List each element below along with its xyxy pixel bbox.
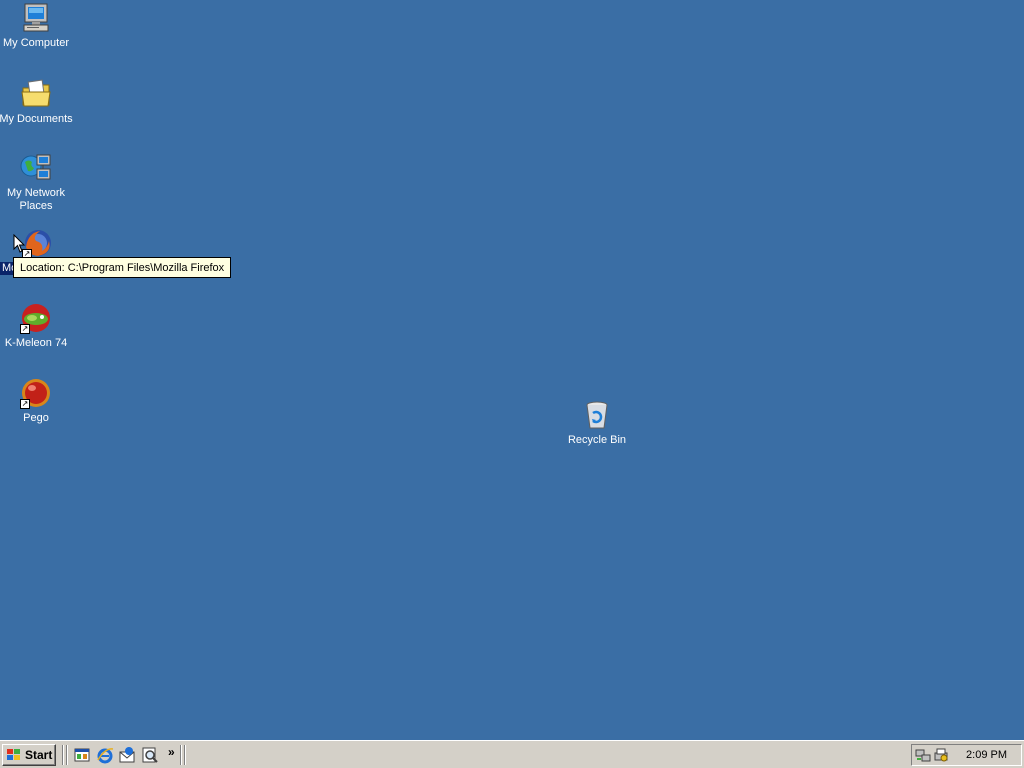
desktop-icon-label: My Network Places (6, 187, 66, 212)
quick-launch-overflow-button[interactable]: » (168, 745, 175, 759)
desktop[interactable]: My Computer My Documents My Network Plac… (0, 0, 1024, 740)
system-tray: 2:09 PM (911, 744, 1022, 766)
desktop-icon-label: Recycle Bin (567, 434, 627, 446)
mouse-cursor-icon (13, 233, 27, 254)
desktop-icon-k-meleon[interactable]: ↗ K-Meleon 74 (0, 302, 74, 350)
internet-explorer-icon[interactable] (96, 746, 114, 764)
printer-tray-icon[interactable] (933, 747, 949, 763)
network-places-icon (20, 152, 52, 184)
outlook-express-icon[interactable] (118, 746, 136, 764)
search-icon[interactable] (141, 746, 159, 764)
desktop-icon-label: K-Meleon 74 (4, 337, 68, 349)
shortcut-arrow-icon: ↗ (20, 324, 30, 334)
pego-icon: ↗ (20, 377, 52, 409)
taskbar-clock[interactable]: 2:09 PM (966, 745, 1007, 765)
recycle-bin-icon (581, 399, 613, 431)
desktop-icon-label: Pego (23, 412, 49, 424)
folder-documents-icon (20, 78, 52, 110)
desktop-icon-label: My Documents (0, 113, 73, 125)
desktop-icon-label: My Computer (2, 37, 70, 49)
show-desktop-icon[interactable] (73, 746, 91, 764)
desktop-icon-recycle-bin[interactable]: Recycle Bin (559, 399, 635, 447)
network-tray-icon[interactable] (915, 747, 931, 763)
start-button[interactable]: Start (2, 744, 56, 766)
taskbar-separator (62, 745, 64, 765)
windows-logo-icon (6, 748, 22, 762)
desktop-icon-pego[interactable]: ↗ Pego (0, 377, 74, 425)
desktop-icon-my-network-places[interactable]: My Network Places (0, 152, 74, 213)
desktop-icon-my-documents[interactable]: My Documents (0, 78, 74, 126)
taskbar-separator (66, 745, 68, 765)
tooltip: Location: C:\Program Files\Mozilla Firef… (13, 257, 232, 278)
taskbar-separator (184, 745, 186, 765)
taskbar-separator (180, 745, 182, 765)
k-meleon-icon: ↗ (20, 302, 52, 334)
start-label: Start (25, 748, 53, 762)
taskbar: Start » 2:09 PM (0, 740, 1024, 768)
desktop-icon-my-computer[interactable]: My Computer (0, 2, 74, 50)
computer-icon (20, 2, 52, 34)
shortcut-arrow-icon: ↗ (20, 399, 30, 409)
